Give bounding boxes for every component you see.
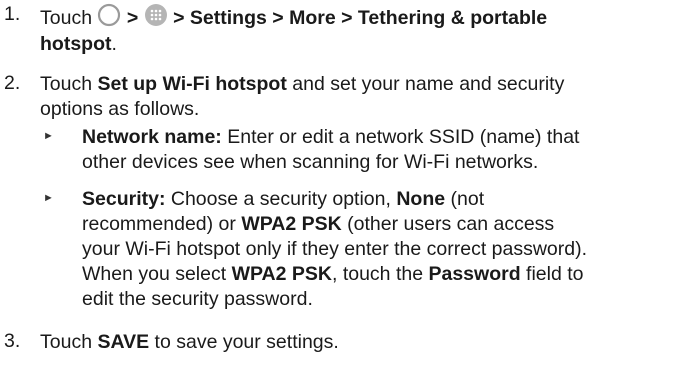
apps-grid-icon: [144, 3, 168, 34]
step-number: 1.: [4, 3, 21, 25]
step-number: 2.: [4, 72, 21, 94]
step-number: 3.: [4, 330, 21, 352]
step-text: Touch > > Settings > More > Tethering & …: [40, 3, 547, 34]
home-circle-icon: [97, 3, 121, 34]
bullet-marker-icon: ►: [43, 192, 54, 204]
step-text: Touch Set up Wi-Fi hotspot and set your …: [40, 73, 565, 95]
step-text: Touch SAVE to save your settings.: [40, 331, 339, 353]
bullet-marker-icon: ►: [43, 130, 54, 142]
